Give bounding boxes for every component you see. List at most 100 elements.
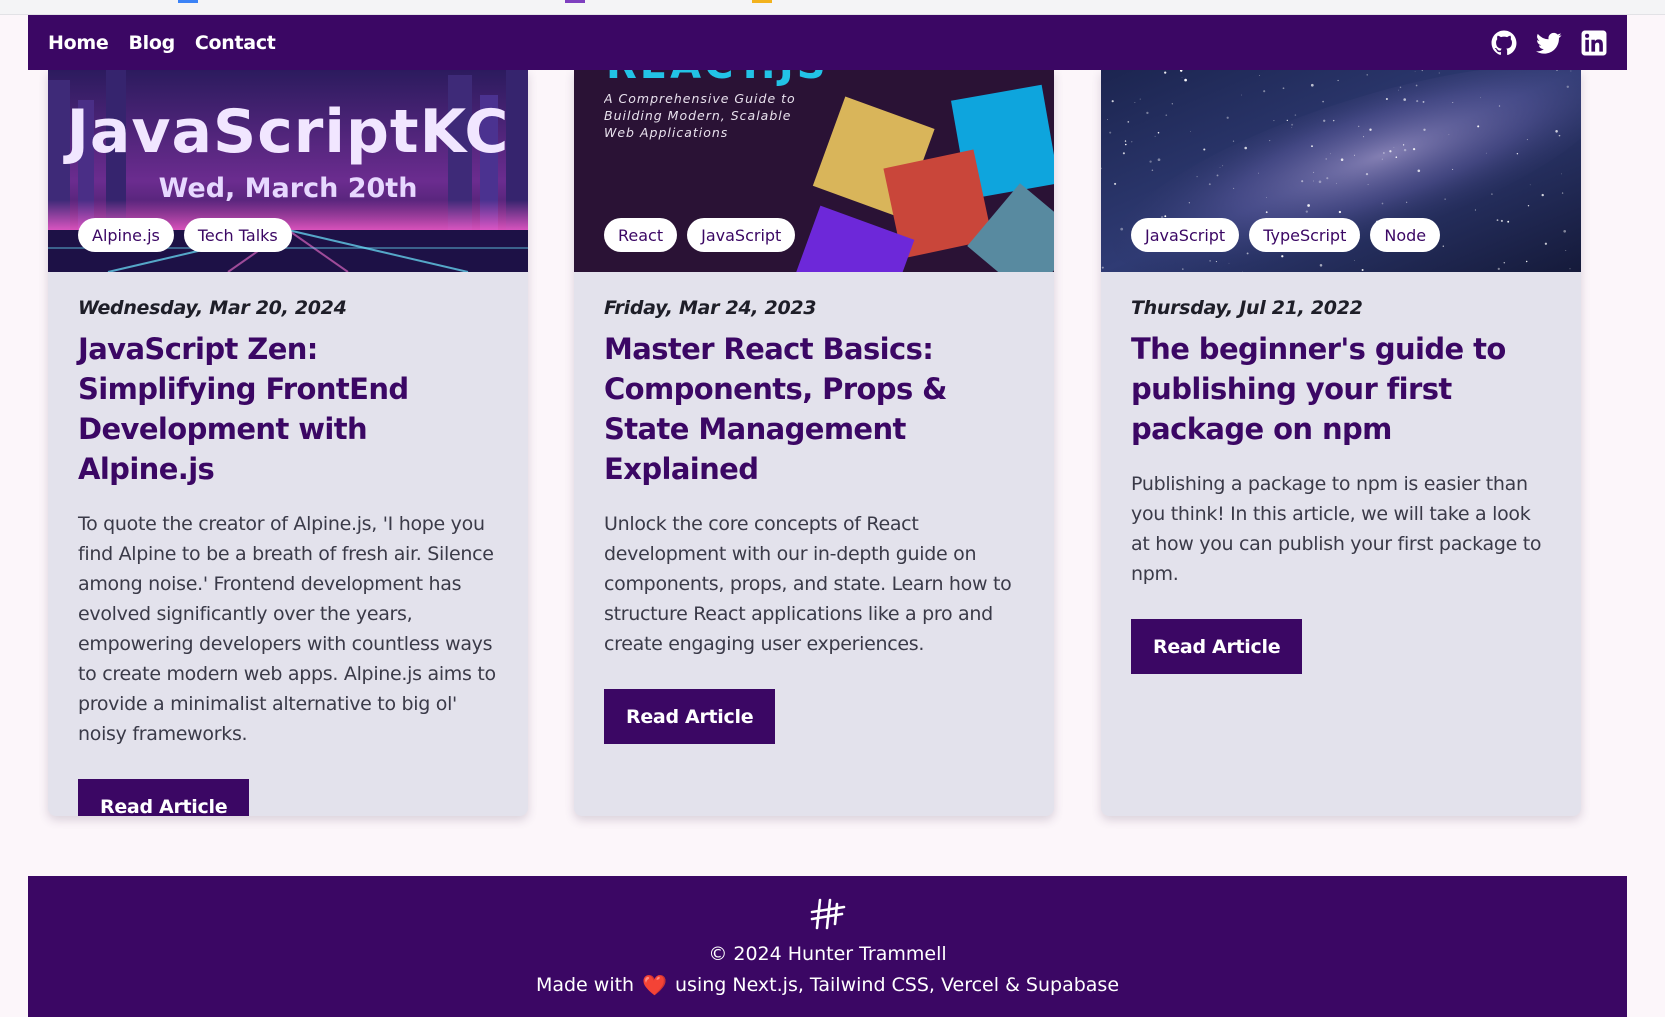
star-dot — [1558, 134, 1561, 137]
star-dot — [1157, 158, 1161, 162]
star-dot — [1323, 119, 1326, 122]
star-dot — [1127, 121, 1130, 123]
star-dot — [1241, 271, 1243, 272]
star-dot — [1563, 229, 1567, 233]
star-dot — [1383, 152, 1385, 154]
article-thumbnail-npm[interactable]: JavaScript TypeScript Node — [1101, 70, 1581, 272]
nav-links: Home Blog Contact — [48, 32, 276, 54]
footer-made-suffix: using Next.js, Tailwind CSS, Vercel & Su… — [675, 974, 1120, 996]
star-dot — [1529, 184, 1531, 186]
svg-text:REACT.JS: REACT.JS — [606, 70, 829, 88]
article-card: REACT.JS A Comprehensive Guide to Buildi… — [574, 70, 1054, 816]
twitter-icon[interactable] — [1536, 30, 1562, 56]
tag-pill[interactable]: JavaScript — [1131, 218, 1240, 252]
browser-bookmarks-strip — [0, 0, 1665, 15]
star-dot — [1417, 169, 1421, 173]
bookmark-icon[interactable] — [752, 0, 772, 3]
star-dot — [1491, 193, 1493, 195]
star-dot — [1414, 71, 1416, 72]
star-dot — [1196, 175, 1198, 178]
article-thumbnail-react[interactable]: REACT.JS A Comprehensive Guide to Buildi… — [574, 70, 1054, 272]
star-dot — [1503, 261, 1506, 264]
star-dot — [1527, 205, 1530, 207]
star-dot — [1369, 128, 1372, 131]
star-dot — [1208, 183, 1211, 186]
star-dot — [1216, 174, 1219, 177]
star-dot — [1403, 148, 1407, 152]
star-dot — [1566, 85, 1570, 89]
article-thumbnail-jskc[interactable]: JavaScriptKC Wed, March 20th Alpine.js T… — [48, 70, 528, 272]
star-dot — [1444, 198, 1446, 200]
article-title[interactable]: The beginner's guide to publishing your … — [1131, 329, 1551, 449]
star-dot — [1114, 182, 1117, 185]
article-excerpt: Unlock the core concepts of React develo… — [604, 513, 1012, 655]
star-dot — [1385, 97, 1388, 101]
tag-pill[interactable]: React — [604, 218, 678, 252]
star-dot — [1310, 83, 1314, 87]
tag-list: React JavaScript — [604, 218, 796, 252]
article-date: Wednesday, Mar 20, 2024 — [78, 297, 347, 319]
star-dot — [1381, 158, 1383, 160]
read-article-button[interactable]: Read Article — [1131, 619, 1303, 674]
star-dot — [1337, 79, 1339, 82]
bookmark-icon[interactable] — [565, 0, 585, 3]
star-dot — [1134, 102, 1136, 103]
star-dot — [1421, 70, 1423, 72]
star-dot — [1332, 119, 1335, 122]
article-title[interactable]: Master React Basics: Components, Props &… — [604, 329, 1024, 489]
read-article-button[interactable]: Read Article — [78, 779, 250, 816]
article-title[interactable]: JavaScript Zen: Simplifying FrontEnd Dev… — [78, 329, 498, 489]
star-dot — [1154, 135, 1156, 137]
star-dot — [1381, 202, 1384, 205]
star-dot — [1565, 249, 1567, 252]
card-body: Friday, Mar 24, 2023 Master React Basics… — [574, 272, 1054, 744]
star-dot — [1416, 100, 1419, 103]
star-dot — [1281, 255, 1284, 258]
star-dot — [1340, 158, 1344, 161]
nav-link-blog[interactable]: Blog — [128, 32, 175, 54]
star-dot — [1541, 193, 1544, 197]
tag-pill[interactable]: Node — [1370, 218, 1441, 252]
github-icon[interactable] — [1491, 30, 1517, 56]
star-dot — [1269, 140, 1271, 142]
site-footer: © 2024 Hunter Trammell Made with ❤️ usin… — [28, 876, 1627, 1017]
linkedin-icon[interactable] — [1581, 30, 1607, 56]
tag-pill[interactable]: JavaScript — [687, 218, 796, 252]
star-dot — [1171, 103, 1173, 105]
star-dot — [1146, 111, 1149, 115]
star-dot — [1412, 147, 1416, 151]
tag-pill[interactable]: TypeScript — [1249, 218, 1361, 252]
star-dot — [1122, 152, 1125, 155]
tag-pill[interactable]: Alpine.js — [78, 218, 174, 252]
star-dot — [1139, 98, 1141, 100]
social-links — [1491, 30, 1607, 56]
star-dot — [1561, 173, 1562, 175]
footer-made-prefix: Made with — [535, 974, 635, 996]
article-date: Friday, Mar 24, 2023 — [604, 297, 817, 319]
star-dot — [1182, 268, 1184, 270]
star-dot — [1111, 100, 1114, 103]
read-article-button[interactable]: Read Article — [604, 689, 776, 744]
star-dot — [1452, 168, 1454, 170]
star-dot — [1259, 75, 1261, 76]
bookmark-icon[interactable] — [178, 0, 198, 3]
star-dot — [1233, 187, 1235, 189]
star-dot — [1319, 264, 1323, 267]
star-dot — [1497, 267, 1500, 271]
card-body: Wednesday, Mar 20, 2024 JavaScript Zen: … — [48, 272, 528, 816]
star-dot — [1406, 201, 1408, 203]
star-dot — [1448, 134, 1450, 135]
nav-link-contact[interactable]: Contact — [195, 32, 276, 54]
nav-link-home[interactable]: Home — [48, 32, 109, 54]
star-dot — [1109, 131, 1112, 134]
star-dot — [1307, 204, 1310, 207]
star-dot — [1365, 172, 1369, 176]
tag-pill[interactable]: Tech Talks — [183, 218, 292, 252]
star-dot — [1181, 77, 1183, 78]
star-dot — [1555, 130, 1558, 133]
ht-logo-icon — [810, 898, 846, 930]
star-dot — [1258, 172, 1259, 174]
star-dot — [1318, 180, 1322, 184]
star-dot — [1165, 114, 1168, 116]
tag-list: Alpine.js Tech Talks — [78, 218, 292, 252]
